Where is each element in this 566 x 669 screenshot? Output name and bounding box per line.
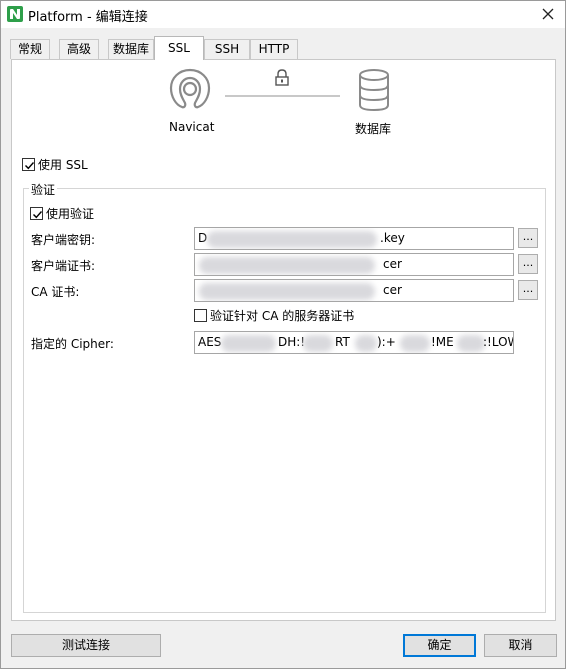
test-connection-button[interactable]: 测试连接 [11,634,161,657]
tab-database[interactable]: 数据库 [108,39,154,59]
verify-ca-row[interactable]: 验证针对 CA 的服务器证书 [194,307,354,324]
client-cert-label: 客户端证书: [31,259,96,273]
use-ssl-row[interactable]: 使用 SSL [22,156,88,173]
use-ssl-label: 使用 SSL [38,158,88,172]
navicat-logo-icon [169,68,211,109]
redacted-mask [207,231,377,248]
close-icon [542,8,554,20]
tab-ssh[interactable]: SSH [204,39,250,59]
window-title: Platform - 编辑连接 [28,10,148,25]
use-auth-checkbox[interactable] [30,207,43,220]
cipher-label: 指定的 Cipher: [31,337,114,351]
tab-ssl[interactable]: SSL [154,36,204,60]
tab-http[interactable]: HTTP [250,39,298,59]
verify-ca-checkbox[interactable] [194,309,207,322]
cipher-input[interactable]: AES DH:! RT ):+ !ME :!LOW [194,331,514,354]
redacted-mask [199,283,375,300]
lock-icon [275,69,289,86]
use-auth-label: 使用验证 [46,207,95,221]
use-auth-row[interactable]: 使用验证 [30,205,94,222]
redacted-mask [457,335,485,352]
use-ssl-checkbox[interactable] [22,158,35,171]
client-key-label: 客户端密钥: [31,233,96,247]
database-label: 数据库 [355,122,392,136]
client-key-input[interactable]: D .key [194,227,514,250]
tab-advanced[interactable]: 高级 [59,39,99,59]
redacted-mask [199,257,375,274]
auth-groupbox [23,188,546,613]
title-bar: Platform - 编辑连接 [1,1,565,28]
redacted-mask [400,335,430,352]
close-button[interactable] [537,4,559,24]
dialog-window: Platform - 编辑连接 常规 高级 数据库 SSL SSH HTTP N… [0,0,566,669]
check-icon [33,211,43,219]
redacted-mask [303,335,333,352]
database-icon [359,69,389,111]
verify-ca-label: 验证针对 CA 的服务器证书 [210,309,355,323]
check-icon [25,162,35,170]
ca-cert-browse-button[interactable]: ... [518,280,538,300]
ca-cert-input[interactable]: cer [194,279,514,302]
client-cert-browse-button[interactable]: ... [518,254,538,274]
cancel-button[interactable]: 取消 [484,634,557,657]
redacted-mask [221,335,276,352]
redacted-mask [355,335,377,352]
client-cert-input[interactable]: cer [194,253,514,276]
navicat-app-icon [7,6,23,22]
auth-group-title: 验证 [29,181,58,198]
ca-cert-label: CA 证书: [31,285,80,299]
tab-general[interactable]: 常规 [10,39,50,59]
client-key-browse-button[interactable]: ... [518,228,538,248]
ok-button[interactable]: 确定 [403,634,476,657]
navicat-label: Navicat [169,120,215,134]
connection-line [225,95,340,97]
